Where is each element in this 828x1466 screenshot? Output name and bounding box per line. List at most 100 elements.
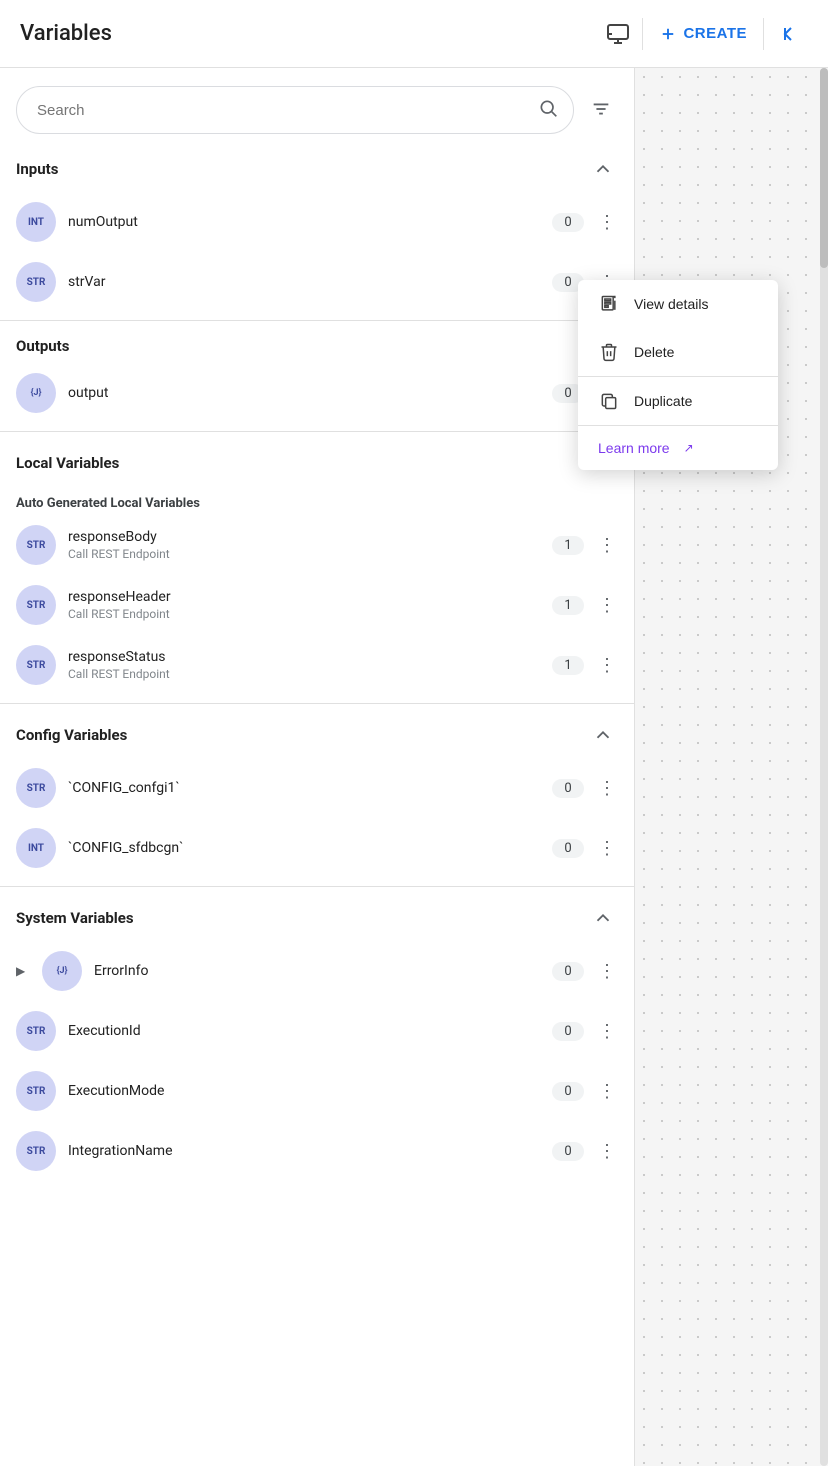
var-name-config2: `CONFIG_sfdbcgn` [68,840,540,856]
delete-label: Delete [634,344,674,360]
chevron-up-icon-3 [592,724,614,746]
header-divider-2 [763,18,764,50]
left-panel: Inputs INT numOutput 0 ⋮ STR strVar 0 ⋮ [0,68,635,1466]
var-subtitle-responseBody: Call REST Endpoint [68,547,540,561]
var-menu-numOutput[interactable]: ⋮ [596,209,618,235]
chevron-up-icon-4 [592,907,614,929]
search-input-wrapper [16,86,574,134]
system-variables-section-header: System Variables [0,895,634,941]
var-name-responseHeader: responseHeader [68,589,540,605]
expand-arrow-ErrorInfo[interactable]: ▶ [16,964,30,978]
var-name-IntegrationName: IntegrationName [68,1143,540,1159]
var-info-responseHeader: responseHeader Call REST Endpoint [68,589,540,621]
var-info-ErrorInfo: ErrorInfo [94,963,540,979]
var-menu-ExecutionMode[interactable]: ⋮ [596,1078,618,1104]
var-menu-config1[interactable]: ⋮ [596,775,618,801]
var-badge-str-exid: STR [16,1011,56,1051]
search-container [0,68,634,146]
var-badge-str-intname: STR [16,1131,56,1171]
chevron-up-icon [592,158,614,180]
search-icon [538,98,558,122]
var-badge-str-c1: STR [16,768,56,808]
divider-config-system [0,886,634,887]
main-content: Inputs INT numOutput 0 ⋮ STR strVar 0 ⋮ [0,68,828,1466]
var-count-config1: 0 [552,779,584,798]
var-row-config1: STR `CONFIG_confgi1` 0 ⋮ [0,758,634,818]
var-count-responseStatus: 1 [552,656,584,675]
var-row-config2: INT `CONFIG_sfdbcgn` 0 ⋮ [0,818,634,878]
divider-local-config [0,703,634,704]
var-menu-ErrorInfo[interactable]: ⋮ [596,958,618,984]
var-badge-str-rh: STR [16,585,56,625]
local-variables-section-header: Local Variables [0,440,634,486]
config-variables-title: Config Variables [16,726,127,744]
var-info-responseStatus: responseStatus Call REST Endpoint [68,649,540,681]
learn-more-menu-item[interactable]: Learn more ↗ [578,426,778,470]
var-row-responseStatus: STR responseStatus Call REST Endpoint 1 … [0,635,634,695]
var-info-numOutput: numOutput [68,214,540,230]
var-info-strVar: strVar [68,274,540,290]
var-badge-json: {J} [16,373,56,413]
page-title: Variables [20,21,598,46]
view-details-icon [598,294,620,314]
filter-icon [590,98,612,120]
monitor-button[interactable] [598,14,638,54]
var-name-config1: `CONFIG_confgi1` [68,780,540,796]
var-name-ErrorInfo: ErrorInfo [94,963,540,979]
var-menu-responseStatus[interactable]: ⋮ [596,652,618,678]
outputs-section-header: Outputs [0,329,634,363]
var-row-numOutput: INT numOutput 0 ⋮ [0,192,634,252]
var-badge-json-ei: {J} [42,951,82,991]
view-details-menu-item[interactable]: View details [578,280,778,328]
var-info-ExecutionId: ExecutionId [68,1023,540,1039]
inputs-title: Inputs [16,160,58,178]
var-badge-str: STR [16,262,56,302]
auto-generated-subtitle: Auto Generated Local Variables [0,486,634,515]
learn-more-label: Learn more [598,440,670,456]
config-variables-section-header: Config Variables [0,712,634,758]
var-row-strVar: STR strVar 0 ⋮ [0,252,634,312]
var-name-numOutput: numOutput [68,214,540,230]
var-name-ExecutionId: ExecutionId [68,1023,540,1039]
delete-menu-item[interactable]: Delete [578,328,778,376]
view-details-label: View details [634,296,708,312]
var-menu-responseHeader[interactable]: ⋮ [596,592,618,618]
header: Variables CREATE [0,0,828,68]
search-input[interactable] [16,86,574,134]
system-variables-collapse-button[interactable] [588,903,618,933]
var-row-output: {J} output 0 ⋮ [0,363,634,423]
var-name-responseStatus: responseStatus [68,649,540,665]
var-count-IntegrationName: 0 [552,1142,584,1161]
filter-button[interactable] [584,92,618,129]
collapse-icon [776,22,800,46]
collapse-panel-button[interactable] [768,14,808,54]
var-name-strVar: strVar [68,274,540,290]
duplicate-menu-item[interactable]: Duplicate [578,377,778,425]
var-info-config1: `CONFIG_confgi1` [68,780,540,796]
var-menu-IntegrationName[interactable]: ⋮ [596,1138,618,1164]
var-menu-config2[interactable]: ⋮ [596,835,618,861]
var-row-ErrorInfo: ▶ {J} ErrorInfo 0 ⋮ [0,941,634,1001]
var-subtitle-responseHeader: Call REST Endpoint [68,607,540,621]
create-button[interactable]: CREATE [647,17,759,51]
monitor-icon [606,22,630,46]
duplicate-label: Duplicate [634,393,692,409]
plus-icon [659,25,677,43]
var-row-IntegrationName: STR IntegrationName 0 ⋮ [0,1121,634,1181]
var-info-responseBody: responseBody Call REST Endpoint [68,529,540,561]
var-count-config2: 0 [552,839,584,858]
var-badge-str-exmode: STR [16,1071,56,1111]
divider-outputs-local [0,431,634,432]
var-info-IntegrationName: IntegrationName [68,1143,540,1159]
var-name-ExecutionMode: ExecutionMode [68,1083,540,1099]
var-count-ErrorInfo: 0 [552,962,584,981]
var-badge-int-c2: INT [16,828,56,868]
context-menu: View details Delete Duplicate Learn more… [578,280,778,470]
var-name-output: output [68,385,540,401]
config-variables-collapse-button[interactable] [588,720,618,750]
outputs-title: Outputs [16,337,69,355]
var-info-ExecutionMode: ExecutionMode [68,1083,540,1099]
inputs-collapse-button[interactable] [588,154,618,184]
var-menu-responseBody[interactable]: ⋮ [596,532,618,558]
var-menu-ExecutionId[interactable]: ⋮ [596,1018,618,1044]
